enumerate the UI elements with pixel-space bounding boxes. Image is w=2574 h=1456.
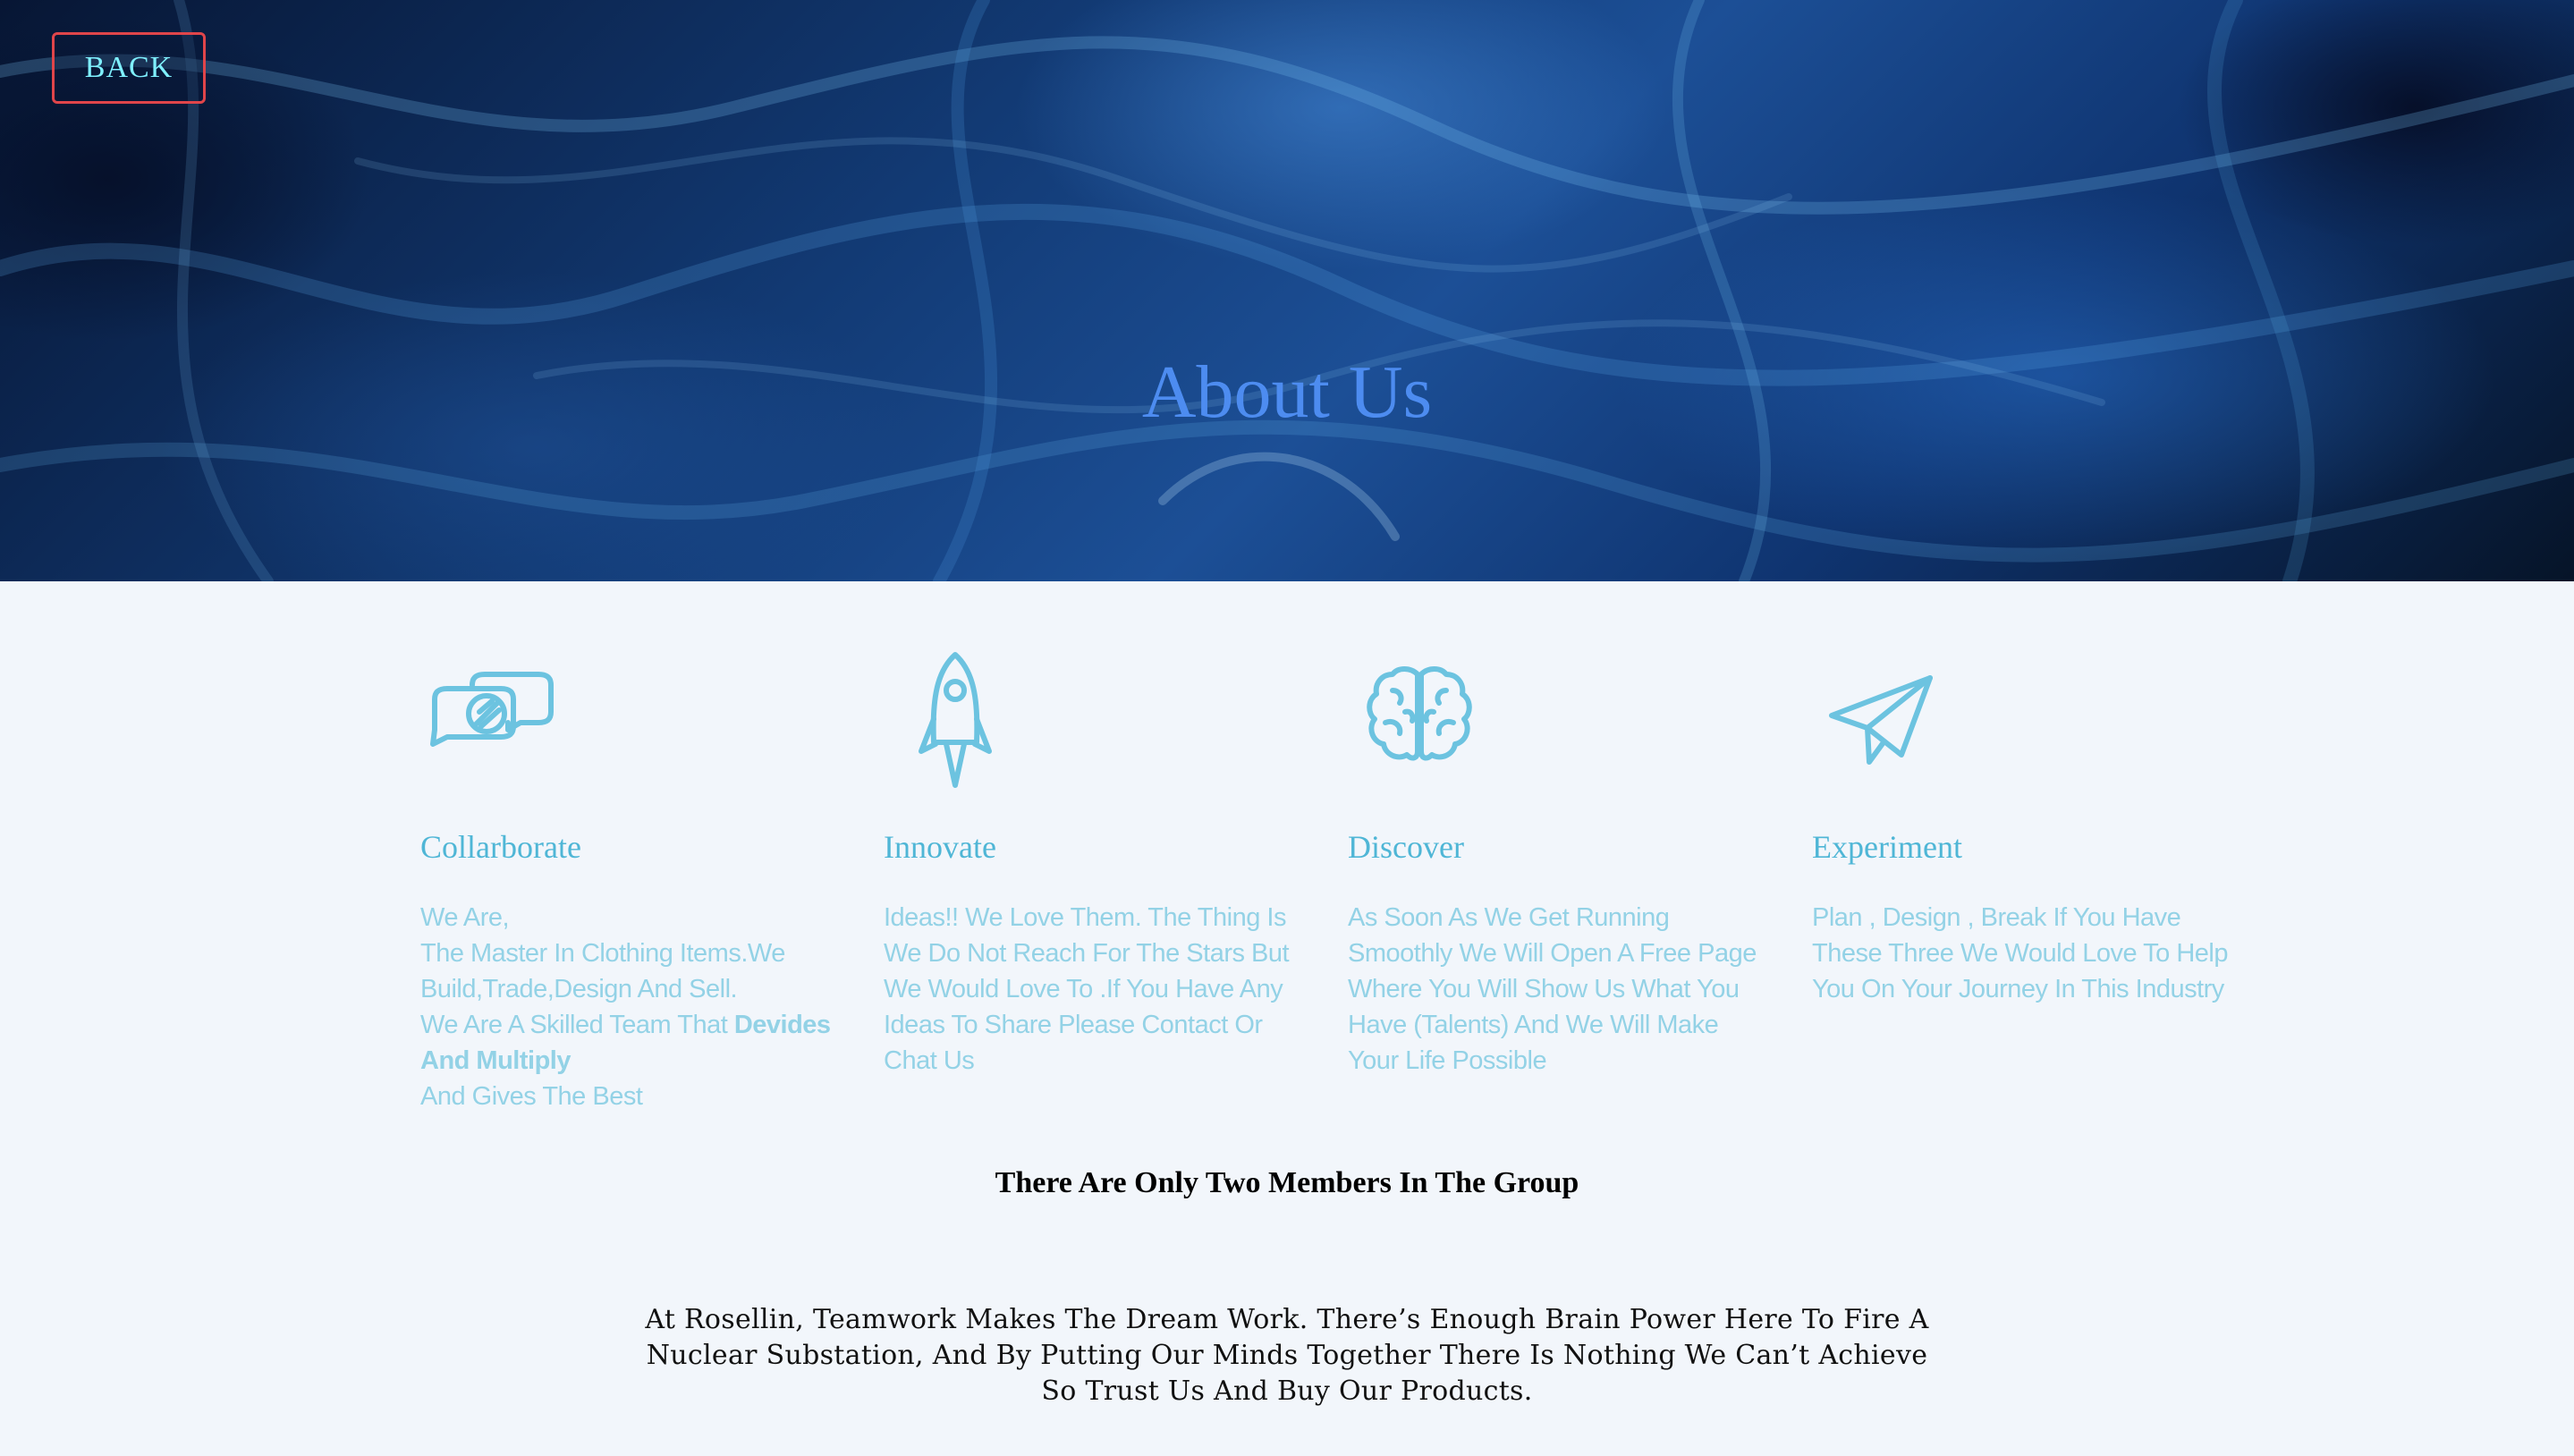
hero-background-texture [0, 0, 2574, 581]
feature-line: We Are A Skilled Team That [420, 1011, 734, 1039]
chat-bubbles-icon [420, 644, 563, 796]
rocket-icon [884, 644, 1027, 796]
brain-icon [1348, 644, 1491, 796]
feature-description: We Are, The Master In Clothing Items.We … [420, 900, 841, 1114]
page-title: About Us [1141, 351, 1433, 434]
features-section: Collarborate We Are, The Master In Cloth… [420, 644, 2281, 1127]
feature-title: Collarborate [420, 829, 581, 865]
feature-title: Discover [1348, 829, 1464, 865]
paper-plane-icon [1812, 644, 1955, 796]
members-heading: There Are Only Two Members In The Group [995, 1166, 1579, 1199]
feature-description: Ideas!! We Love Them. The Thing Is We Do… [884, 903, 1290, 1075]
feature-title: Experiment [1812, 829, 1962, 865]
teamwork-paragraph: At Rosellin, Teamwork Makes The Dream Wo… [645, 1304, 1929, 1407]
back-button[interactable]: BACK [52, 32, 206, 104]
feature-title: Innovate [884, 829, 996, 865]
feature-line: And Gives The Best [420, 1082, 643, 1111]
feature-line: We Are, [420, 903, 510, 932]
feature-description: Plan , Design , Break If You Have These … [1812, 903, 2228, 1003]
feature-description: As Soon As We Get Running Smoothly We Wi… [1348, 903, 1757, 1075]
feature-line: The Master In Clothing Items.We Build,Tr… [420, 939, 785, 1003]
hero-banner: BACK About Us [0, 0, 2574, 581]
